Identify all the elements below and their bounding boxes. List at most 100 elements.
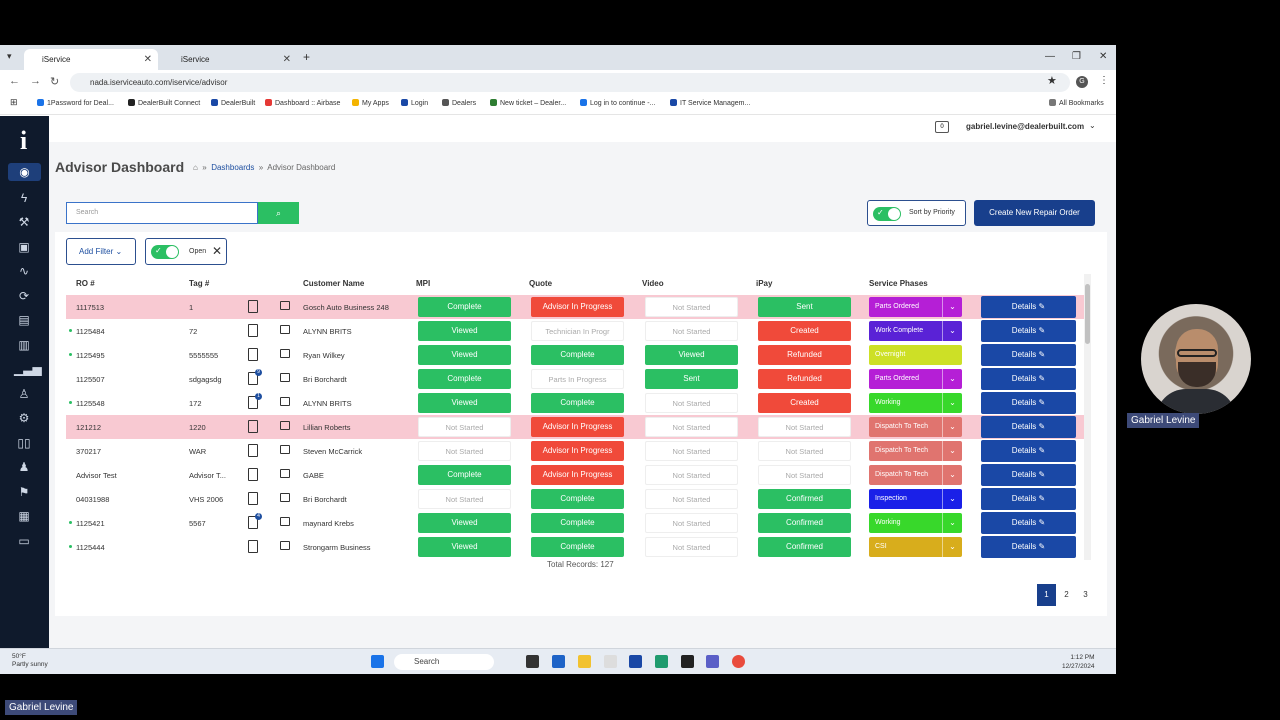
user-profile-icon[interactable]: ♟ [14,458,34,476]
service-phase-select[interactable]: Work Complete ⌄ [869,321,962,341]
chevron-down-icon[interactable]: ⌄ [942,393,962,413]
message-icon[interactable] [280,301,290,310]
message-icon[interactable] [280,541,290,550]
clipboard-icon[interactable] [248,444,258,457]
page-2[interactable]: 2 [1057,584,1076,606]
wrench-icon[interactable]: ⚒ [14,213,34,231]
ro-number[interactable]: 1125548 [76,399,105,408]
card-icon[interactable]: ▭ [14,532,34,550]
quote-status[interactable]: Advisor In Progress [531,417,624,437]
store-icon[interactable] [629,655,642,668]
video-status[interactable]: Not Started [645,417,738,437]
ro-number[interactable]: 121212 [76,423,101,432]
open-toggle[interactable]: ✓ [151,245,179,259]
mpi-status[interactable]: Not Started [418,489,511,509]
scroll-thumb[interactable] [1085,284,1090,344]
forward-icon[interactable]: → [30,75,41,87]
table-row[interactable]: 1125507 sdgagsdg 9 Bri Borchardt Complete Par… [66,367,1086,391]
table-row[interactable]: 370217 WAR Steven McCarrick Not Started Advi… [66,439,1086,463]
details-button[interactable]: Details ✎ [981,464,1076,486]
eye-icon[interactable]: ◉ [8,163,41,181]
chevron-down-icon[interactable]: ⌄ [942,513,962,533]
bookmark-new-ticket[interactable]: New ticket – Dealer... [490,99,566,107]
bookmark-dealers[interactable]: Dealers [442,99,476,107]
home-icon[interactable]: ⌂ [193,163,198,172]
video-status[interactable]: Not Started [645,513,738,533]
close-icon[interactable]: ✕ [212,244,222,258]
video-status[interactable]: Not Started [645,537,738,557]
table-row[interactable]: 1125495 5555555 Ryan Wilkey Viewed Complete V… [66,343,1086,367]
sort-by-priority-toggle[interactable]: ✓ Sort by Priority [867,200,966,226]
clipboard-icon[interactable] [248,420,258,433]
chevron-down-icon[interactable]: ⌄ [942,369,962,389]
table-row[interactable]: 1125421 5567 4 maynard Krebs Viewed Complete N… [66,511,1086,535]
tab-search-icon[interactable]: ▾ [7,51,12,62]
search-button[interactable]: ⌕ [258,202,299,224]
service-phase-select[interactable]: Working ⌄ [869,393,962,413]
details-button[interactable]: Details ✎ [981,512,1076,534]
ipay-status[interactable]: Confirmed [758,537,851,557]
service-phase-select[interactable]: Parts Ordered ⌄ [869,297,962,317]
quote-status[interactable]: Advisor In Progress [531,441,624,461]
close-tab-icon[interactable]: ✕ [144,54,152,65]
page-3[interactable]: 3 [1076,584,1095,606]
user-icon[interactable]: ♙ [14,385,34,403]
breadcrumb-dashboards[interactable]: Dashboards [211,163,254,172]
details-button[interactable]: Details ✎ [981,344,1076,366]
weather-widget[interactable]: 50°F Partly sunny [12,653,48,669]
all-bookmarks[interactable]: All Bookmarks [1049,99,1104,107]
bar-chart-icon[interactable]: ▁▃▅ [14,360,42,378]
video-status[interactable]: Not Started [645,441,738,461]
mpi-status[interactable]: Not Started [418,441,511,461]
mpi-status[interactable]: Viewed [418,537,511,557]
quote-status[interactable]: Advisor In Progress [531,465,624,485]
ipay-status[interactable]: Sent [758,297,851,317]
ipay-status[interactable]: Refunded [758,345,851,365]
bookmark-airbase[interactable]: Dashboard :: Airbase [265,99,340,107]
chevron-down-icon[interactable]: ⌄ [942,441,962,461]
back-icon[interactable]: ← [9,75,20,87]
user-email[interactable]: gabriel.levine@dealerbuilt.com [966,122,1084,131]
table-row[interactable]: 121212 1220 Lillian Roberts Not Started Advi… [66,415,1086,439]
ipay-status[interactable]: Not Started [758,417,851,437]
bookmark-dealerbuilt[interactable]: DealerBuilt [211,99,255,107]
table-row[interactable]: 1117513 1 Gosch Auto Business 248 Complete A… [66,295,1086,319]
details-button[interactable]: Details ✎ [981,392,1076,414]
details-button[interactable]: Details ✎ [981,536,1076,558]
system-clock[interactable]: 1:12 PM 12/27/2024 [1062,653,1095,671]
bookmark-star-icon[interactable]: ★ [1047,74,1057,87]
quote-status[interactable]: Complete [531,489,624,509]
table-row[interactable]: Advisor Test Advisor T... GABE Complete Advi… [66,463,1086,487]
taskbar-search[interactable]: Search [394,654,494,670]
ro-number[interactable]: 1125484 [76,327,105,336]
quote-status[interactable]: Complete [531,393,624,413]
video-status[interactable]: Not Started [645,465,738,485]
close-window-icon[interactable]: ✕ [1099,51,1107,62]
edge-icon[interactable] [655,655,668,668]
ro-number[interactable]: 1125444 [76,543,105,552]
ipay-status[interactable]: Not Started [758,441,851,461]
file-explorer-icon[interactable] [578,655,591,668]
chevron-down-icon[interactable]: ⌄ [942,321,962,341]
windows-start-icon[interactable] [371,655,384,668]
clipboard-icon[interactable] [248,300,258,313]
message-icon[interactable]: 0 [935,121,949,133]
service-phase-select[interactable]: Dispatch To Tech ⌄ [869,417,962,437]
quote-status[interactable]: Complete [531,345,624,365]
col-quote[interactable]: Quote [529,279,552,288]
mpi-status[interactable]: Not Started [418,417,511,437]
tab-iservice-1[interactable]: iService ✕ [24,49,158,70]
ipay-status[interactable]: Not Started [758,465,851,485]
chevron-down-icon[interactable]: ⌄ [942,489,962,509]
table-row[interactable]: 1125548 172 1 ALYNN BRITS Viewed Complete Not … [66,391,1086,415]
video-status[interactable]: Sent [645,369,738,389]
page-1[interactable]: 1 [1037,584,1056,606]
app-icon[interactable] [604,655,617,668]
document-icon[interactable]: ▥ [14,336,34,354]
video-status[interactable]: Not Started [645,393,738,413]
minimize-icon[interactable]: — [1045,51,1055,62]
message-icon[interactable] [280,349,290,358]
lightning-icon[interactable]: ϟ [14,189,34,207]
calendar-icon[interactable]: ▦ [14,507,34,525]
col-mpi[interactable]: MPI [416,279,430,288]
